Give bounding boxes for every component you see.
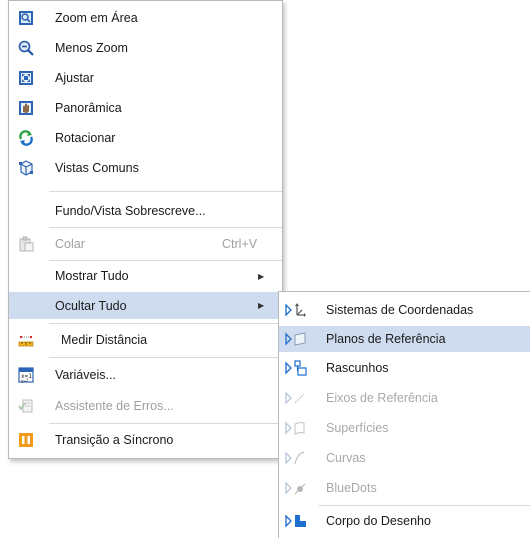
submenu-item-label: BlueDots: [326, 481, 377, 495]
submenu-item-curves[interactable]: Curvas: [279, 446, 530, 470]
measure-distance-icon: [18, 336, 34, 347]
menu-item-label: Panorâmica: [55, 101, 122, 115]
curves-icon: [285, 451, 305, 465]
menu-item-error-assistant[interactable]: Assistente de Erros...: [9, 395, 282, 417]
submenu-item-label: Eixos de Referência: [326, 391, 438, 405]
menu-separator: [49, 260, 282, 261]
menu-separator: [319, 505, 530, 506]
rotate-icon: [19, 130, 33, 146]
zoom-area-icon: [19, 11, 33, 25]
menu-item-label: Rotacionar: [55, 131, 116, 145]
menu-item-common-views[interactable]: Vistas Comuns: [9, 157, 282, 179]
submenu-item-sketches[interactable]: Rascunhos: [279, 356, 530, 380]
bluedots-icon: [285, 481, 306, 495]
fit-icon: [19, 71, 33, 85]
menu-item-label: Transição a Síncrono: [55, 433, 174, 447]
menu-item-rotate[interactable]: Rotacionar: [9, 127, 282, 149]
paste-shortcut: Ctrl+V: [222, 237, 258, 251]
menu-separator: [49, 227, 282, 228]
submenu-item-bluedots[interactable]: BlueDots: [279, 476, 530, 500]
menu-item-variables[interactable]: x=1 y=2 Variáveis...: [9, 364, 282, 386]
menu-item-show-all[interactable]: Mostrar Tudo ▶: [9, 264, 282, 288]
hide-all-submenu: Sistemas de Coordenadas Planos de Referê…: [278, 291, 530, 538]
menu-separator: [49, 357, 282, 358]
submenu-item-reference-axes[interactable]: Eixos de Referência: [279, 386, 530, 410]
design-body-icon: [285, 514, 306, 528]
submenu-item-coordinate-systems[interactable]: Sistemas de Coordenadas: [279, 298, 530, 322]
submenu-item-label: Rascunhos: [326, 361, 389, 375]
reference-planes-icon: [285, 332, 306, 346]
menu-item-label: Zoom em Área: [55, 11, 138, 25]
common-views-icon: [19, 160, 33, 176]
error-assistant-icon: [18, 399, 33, 413]
menu-item-zoom-out[interactable]: Menos Zoom: [9, 37, 282, 59]
menu-item-sync-transition[interactable]: Transição a Síncrono: [9, 429, 282, 451]
context-menu: Zoom em Área Menos Zoom Ajustar Panorâmi…: [8, 0, 283, 459]
menu-item-zoom-area[interactable]: Zoom em Área: [9, 7, 282, 29]
coordinate-systems-icon: [285, 303, 306, 317]
pan-icon: [19, 101, 33, 115]
menu-item-pan[interactable]: Panorâmica: [9, 97, 282, 119]
submenu-item-label: Sistemas de Coordenadas: [326, 303, 474, 317]
menu-item-label: Colar: [55, 237, 85, 251]
menu-item-label: Medir Distância: [61, 333, 148, 347]
submenu-item-label: Superfícies: [326, 421, 389, 435]
svg-text:y=2: y=2: [21, 378, 29, 383]
menu-item-background-view-override[interactable]: Fundo/Vista Sobrescreve...: [9, 200, 282, 222]
reference-axes-icon: [285, 391, 305, 405]
menu-item-label: Assistente de Erros...: [55, 399, 174, 413]
menu-item-label: Menos Zoom: [55, 41, 128, 55]
submenu-item-label: Curvas: [326, 451, 366, 465]
menu-separator: [49, 323, 282, 324]
menu-item-measure-distance[interactable]: Medir Distância: [9, 329, 282, 351]
menu-item-label: Mostrar Tudo: [55, 269, 129, 283]
variables-icon: x=1 y=2: [18, 367, 34, 383]
menu-item-label: Vistas Comuns: [55, 161, 139, 175]
menu-item-label: Ajustar: [55, 71, 94, 85]
menu-separator: [49, 191, 282, 192]
menu-item-label: Ocultar Tudo: [55, 298, 127, 313]
surfaces-icon: [285, 421, 305, 435]
submenu-arrow-icon: ▶: [258, 301, 265, 310]
submenu-item-surfaces[interactable]: Superfícies: [279, 416, 530, 440]
paste-icon: [19, 236, 34, 252]
zoom-out-icon: [18, 40, 34, 56]
menu-item-hide-all[interactable]: Ocultar Tudo ▶: [9, 292, 282, 319]
sketches-icon: [285, 360, 307, 376]
submenu-item-label: Corpo do Desenho: [326, 514, 431, 528]
menu-item-label: Fundo/Vista Sobrescreve...: [55, 204, 206, 218]
menu-separator: [49, 423, 282, 424]
menu-item-paste[interactable]: Colar Ctrl+V: [9, 233, 282, 255]
submenu-item-label: Planos de Referência: [326, 332, 446, 346]
menu-item-label: Variáveis...: [55, 368, 116, 382]
menu-item-fit[interactable]: Ajustar: [9, 67, 282, 89]
submenu-item-reference-planes[interactable]: Planos de Referência: [279, 326, 530, 352]
sync-transition-icon: [19, 433, 33, 447]
submenu-item-design-body[interactable]: Corpo do Desenho: [279, 509, 530, 533]
submenu-arrow-icon: ▶: [258, 271, 265, 281]
